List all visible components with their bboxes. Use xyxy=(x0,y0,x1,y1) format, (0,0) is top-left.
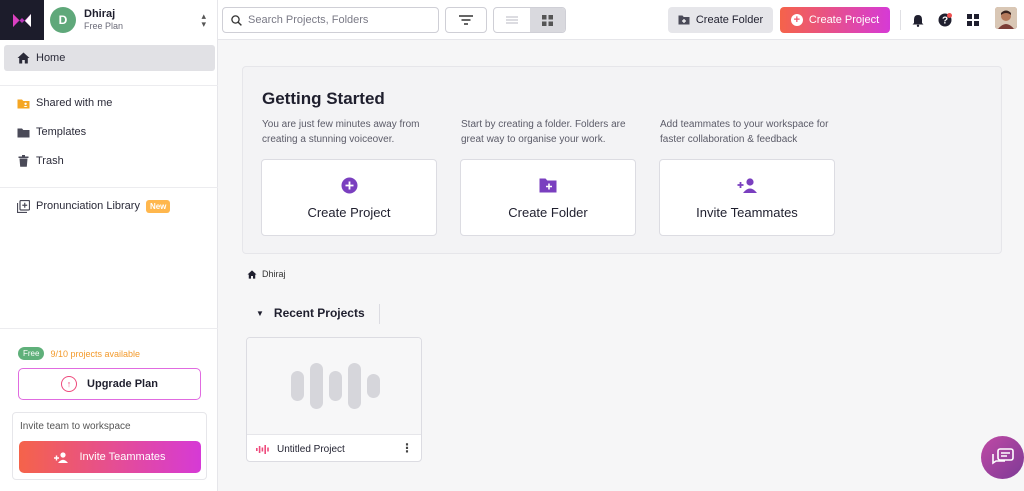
account-name: Dhiraj xyxy=(84,8,116,20)
list-view-button[interactable] xyxy=(494,8,530,32)
account-plan: Free Plan xyxy=(84,21,124,31)
filter-icon xyxy=(459,15,473,25)
create-folder-card-label: Create Folder xyxy=(508,205,588,220)
view-toggle xyxy=(493,7,566,33)
notification-dot xyxy=(947,13,952,18)
plan-usage: Free 9/10 projects available xyxy=(18,347,140,360)
search-icon xyxy=(231,14,242,26)
create-project-card[interactable]: Create Project xyxy=(261,159,437,236)
sidebar-item-label: Shared with me xyxy=(36,97,113,109)
sidebar-item-shared[interactable]: Shared with me xyxy=(4,90,215,116)
apps-grid-icon xyxy=(967,14,979,26)
sidebar-divider xyxy=(0,85,218,86)
invite-teammates-label: Invite Teammates xyxy=(79,451,166,463)
chat-support-button[interactable] xyxy=(981,436,1024,479)
breadcrumb[interactable]: Dhiraj xyxy=(247,269,286,279)
more-vertical-icon[interactable]: ⋮ xyxy=(401,442,413,454)
notifications-button[interactable] xyxy=(909,11,927,29)
project-thumbnail xyxy=(247,338,421,435)
help-icon: ? xyxy=(938,13,952,27)
create-folder-button[interactable]: Create Folder xyxy=(668,7,773,33)
invite-teammates-card-label: Invite Teammates xyxy=(696,205,798,220)
sidebar-item-label: Pronunciation Library xyxy=(36,200,140,212)
app-logo[interactable] xyxy=(0,0,44,40)
upgrade-plan-button[interactable]: ↑ Upgrade Plan xyxy=(18,368,201,400)
recent-divider xyxy=(379,304,380,324)
invite-team-box: Invite team to workspace Invite Teammate… xyxy=(12,412,207,480)
sidebar-item-label: Templates xyxy=(36,126,87,138)
recent-projects-title: Recent Projects xyxy=(273,306,365,320)
search-input[interactable] xyxy=(248,14,428,26)
account-avatar: D xyxy=(50,7,76,33)
project-name: Untitled Project xyxy=(277,444,345,455)
sidebar-item-label: Home xyxy=(36,52,66,64)
sidebar-item-home[interactable]: Home xyxy=(4,45,215,71)
sidebar-item-pronunciation-library[interactable]: Pronunciation Library New xyxy=(4,193,215,219)
invite-team-title: Invite team to workspace xyxy=(20,421,131,432)
recent-projects-toggle[interactable]: ▼ Recent Projects xyxy=(256,306,365,320)
project-footer: Untitled Project ⋮ xyxy=(247,436,421,461)
person-add-icon xyxy=(54,451,69,463)
folder-plus-icon xyxy=(539,175,557,195)
getting-started-title: Getting Started xyxy=(262,89,385,108)
invite-teammates-description: Add teammates to your workspace for fast… xyxy=(660,119,829,145)
free-plan-badge: Free xyxy=(18,347,45,360)
waveform-icon xyxy=(290,363,380,409)
chevron-updown-icon: ▴ ▾ xyxy=(201,11,206,29)
breadcrumb-label: Dhiraj xyxy=(262,269,286,279)
plus-circle-icon: + xyxy=(790,14,803,26)
home-icon xyxy=(247,269,257,279)
account-switcher[interactable]: D Dhiraj Free Plan ▴ ▾ xyxy=(50,6,212,34)
sidebar: D Dhiraj Free Plan ▴ ▾ Home Shared with m… xyxy=(0,0,218,491)
invite-teammates-card[interactable]: Invite Teammates xyxy=(659,159,835,236)
create-project-card-label: Create Project xyxy=(307,205,391,220)
logo-icon xyxy=(13,14,31,27)
library-add-icon xyxy=(16,199,30,213)
create-project-description: You are just few minutes away from creat… xyxy=(262,119,420,145)
caret-down-icon: ▼ xyxy=(256,308,264,318)
getting-started-panel: Getting Started You are just few minutes… xyxy=(242,66,1002,254)
create-folder-description: Start by creating a folder. Folders are … xyxy=(461,119,626,145)
home-icon xyxy=(16,51,30,65)
grid-view-button[interactable] xyxy=(529,8,565,32)
projects-available-text: 9/10 projects available xyxy=(50,348,141,359)
folder-plus-icon xyxy=(678,15,690,25)
create-folder-card[interactable]: Create Folder xyxy=(460,159,636,236)
user-avatar[interactable] xyxy=(995,7,1017,29)
chat-icon xyxy=(991,447,1014,468)
folder-icon xyxy=(16,125,30,139)
search-box[interactable] xyxy=(222,7,439,33)
create-folder-label: Create Folder xyxy=(695,14,764,26)
audio-wave-icon xyxy=(256,445,270,454)
sidebar-item-templates[interactable]: Templates xyxy=(4,119,215,145)
sidebar-item-label: Trash xyxy=(36,155,64,167)
create-project-button[interactable]: + Create Project xyxy=(780,7,890,33)
arrow-up-circle-icon: ↑ xyxy=(61,376,78,392)
filter-button[interactable] xyxy=(445,7,487,33)
list-view-icon xyxy=(505,16,518,24)
apps-button[interactable] xyxy=(964,11,982,29)
trash-icon xyxy=(16,154,30,168)
upgrade-plan-label: Upgrade Plan xyxy=(87,378,158,390)
grid-view-icon xyxy=(541,14,553,26)
bell-icon xyxy=(912,14,924,27)
sidebar-divider xyxy=(0,328,218,329)
help-button[interactable]: ? xyxy=(936,11,954,29)
person-add-icon xyxy=(737,175,758,195)
new-badge: New xyxy=(145,199,171,213)
top-bar: Create Folder + Create Project ? xyxy=(218,0,1024,40)
sidebar-divider xyxy=(0,187,218,188)
plus-circle-icon xyxy=(341,175,358,195)
shared-folder-icon xyxy=(16,96,30,110)
invite-teammates-button[interactable]: Invite Teammates xyxy=(19,441,201,473)
sidebar-item-trash[interactable]: Trash xyxy=(4,148,215,174)
toolbar-divider xyxy=(900,10,901,30)
create-project-label: Create Project xyxy=(808,14,880,26)
project-card[interactable]: Untitled Project ⋮ xyxy=(246,337,422,462)
